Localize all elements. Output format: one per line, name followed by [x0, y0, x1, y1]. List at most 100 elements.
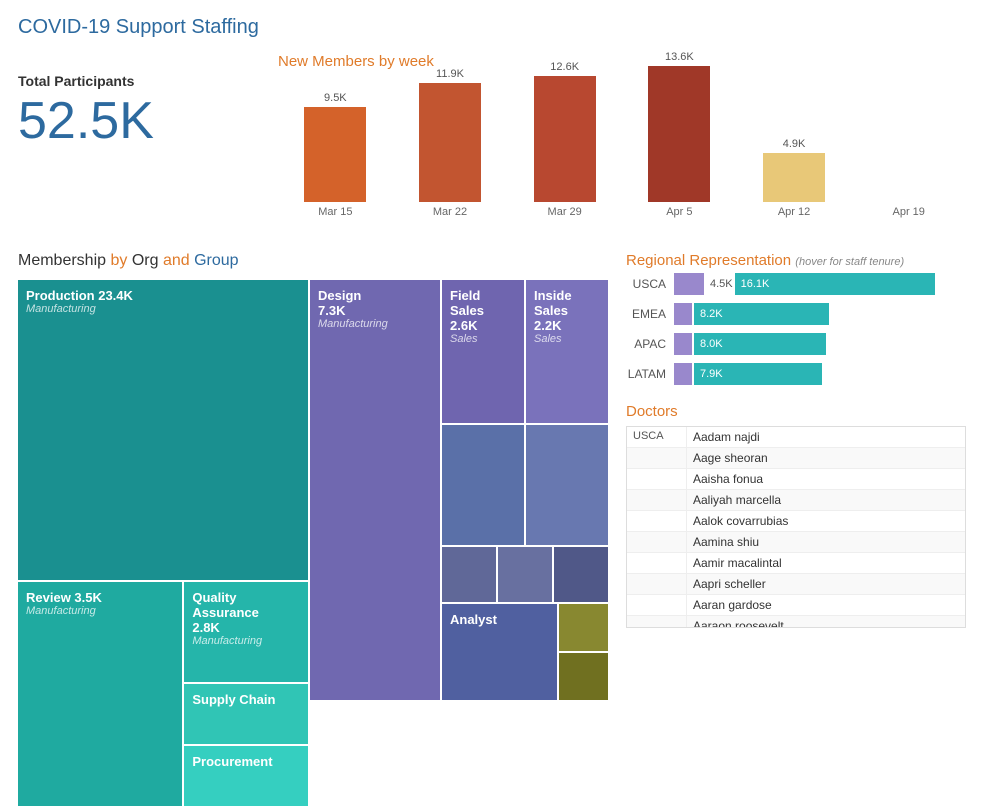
- doctor-row[interactable]: Aapri scheller: [627, 574, 965, 595]
- treemap-cell-procurement[interactable]: Procurement: [184, 746, 308, 806]
- doctor-region: USCA: [627, 427, 687, 447]
- region-name: LATAM: [626, 367, 666, 381]
- regional-hint: (hover for staff tenure): [795, 256, 904, 268]
- doctor-region: [627, 448, 687, 468]
- treemap-cell-review[interactable]: Review 3.5K Manufacturing: [18, 582, 182, 806]
- doctor-row[interactable]: Aamina shiu: [627, 532, 965, 553]
- doctor-row[interactable]: Aalok covarrubias: [627, 511, 965, 532]
- design-num: 7.3K: [318, 303, 432, 318]
- region-name: APAC: [626, 337, 666, 351]
- membership-and: and: [163, 252, 190, 269]
- page-title: COVID-19 Support Staffing: [18, 16, 966, 39]
- doctor-row[interactable]: USCAAadam najdi: [627, 427, 965, 448]
- treemap-cell-fieldsales[interactable]: FieldSales 2.6K Sales: [442, 280, 524, 423]
- bar-group-Apr-12: 4.9K Apr 12: [737, 138, 852, 218]
- region-bar-purple: [674, 303, 692, 325]
- bar-chart: 9.5KMar 1511.9KMar 2212.6KMar 2913.6KApr…: [278, 78, 966, 238]
- doctor-row[interactable]: Aaraon roosevelt: [627, 616, 965, 627]
- production-sub: Manufacturing: [26, 303, 300, 315]
- bar-rect[interactable]: [763, 153, 825, 202]
- doctor-name: Aapri scheller: [687, 574, 965, 594]
- total-participants-value: 52.5K: [18, 95, 278, 147]
- region-name: EMEA: [626, 307, 666, 321]
- doctor-region: [627, 532, 687, 552]
- doctor-region: [627, 469, 687, 489]
- total-participants-label: Total Participants: [18, 73, 278, 89]
- supply-name: Supply Chain: [192, 692, 300, 707]
- qa-sub: Manufacturing: [192, 635, 300, 647]
- treemap-small-row: [442, 547, 608, 603]
- region-teal-value: 8.0K: [700, 338, 723, 350]
- treemap-cell-sm4[interactable]: [498, 547, 552, 603]
- doctors-title: Doctors: [626, 403, 966, 420]
- bar-rect[interactable]: [648, 66, 710, 202]
- membership-title: Membership by Org and Group: [18, 252, 608, 270]
- treemap-bottom-row: Review 3.5K Manufacturing QualityAssuran…: [18, 582, 308, 806]
- bar-value-label: 12.6K: [550, 61, 579, 73]
- treemap-cell-analyst[interactable]: Analyst: [442, 604, 557, 700]
- treemap-cell-design[interactable]: Design 7.3K Manufacturing: [310, 280, 440, 700]
- region-teal-value: 7.9K: [700, 368, 723, 380]
- doctors-table: USCAAadam najdiAage sheoranAaisha fonuaA…: [626, 426, 966, 628]
- region-row-apac: APAC 8.0K: [626, 333, 966, 355]
- membership-by: by: [110, 252, 127, 269]
- doctor-name: Aamir macalintal: [687, 553, 965, 573]
- bar-rect[interactable]: [534, 76, 596, 202]
- bar-group-Apr-5: 13.6KApr 5: [622, 51, 737, 218]
- region-bar-purple: [674, 333, 692, 355]
- design-name: Design: [318, 288, 432, 303]
- treemap-cell-olive1[interactable]: [559, 604, 608, 651]
- region-name: USCA: [626, 277, 666, 291]
- treemap-cell-olive2[interactable]: [559, 653, 608, 700]
- doctor-row[interactable]: Aaliyah marcella: [627, 490, 965, 511]
- doctor-row[interactable]: Aaisha fonua: [627, 469, 965, 490]
- doctor-name: Aalok covarrubias: [687, 511, 965, 531]
- regional-title: Regional Representation (hover for staff…: [626, 252, 966, 269]
- doctor-row[interactable]: Aamir macalintal: [627, 553, 965, 574]
- treemap-cell-qa[interactable]: QualityAssurance2.8K Manufacturing: [184, 582, 308, 682]
- inside-num: 2.2K: [534, 318, 600, 333]
- treemap-cell-sm5[interactable]: [554, 547, 608, 603]
- bar-bottom-label: Mar 15: [318, 206, 352, 218]
- bar-rect[interactable]: [304, 107, 366, 202]
- region-row-latam: LATAM 7.9K: [626, 363, 966, 385]
- doctor-name: Aage sheoran: [687, 448, 965, 468]
- proc-name: Procurement: [192, 754, 300, 769]
- treemap-cell-insidesales[interactable]: InsideSales 2.2K Sales: [526, 280, 608, 423]
- membership-org: Org: [127, 252, 163, 269]
- doctor-name: Aaliyah marcella: [687, 490, 965, 510]
- bar-bottom-label: Apr 12: [778, 206, 810, 218]
- bar-rect[interactable]: [419, 83, 481, 202]
- doctor-region: [627, 616, 687, 627]
- treemap-cell-sm2[interactable]: [526, 425, 608, 544]
- bar-value-label: 4.9K: [783, 138, 806, 150]
- treemap-col-left: Production 23.4K Manufacturing Review 3.…: [18, 280, 308, 700]
- doctor-region: [627, 553, 687, 573]
- region-row-emea: EMEA 8.2K: [626, 303, 966, 325]
- treemap-cell-supply[interactable]: Supply Chain: [184, 684, 308, 744]
- treemap-cell-sm1[interactable]: [442, 425, 524, 544]
- region-bar-purple: [674, 273, 704, 295]
- doctor-region: [627, 511, 687, 531]
- region-bar-teal: 7.9K: [694, 363, 822, 385]
- production-name: Production 23.4K: [26, 288, 300, 303]
- bar-value-label: 13.6K: [665, 51, 694, 63]
- doctor-row[interactable]: Aaran gardose: [627, 595, 965, 616]
- doctor-row[interactable]: Aage sheoran: [627, 448, 965, 469]
- bar-bottom-label: Apr 19: [892, 206, 924, 218]
- review-sub: Manufacturing: [26, 605, 174, 617]
- treemap-cell-sm3[interactable]: [442, 547, 496, 603]
- inside-name: InsideSales: [534, 288, 600, 318]
- doctors-table-body[interactable]: USCAAadam najdiAage sheoranAaisha fonuaA…: [627, 427, 965, 627]
- doctor-name: Aamina shiu: [687, 532, 965, 552]
- total-participants-panel: Total Participants 52.5K: [18, 53, 278, 238]
- treemap-sales-row: FieldSales 2.6K Sales InsideSales 2.2K S…: [442, 280, 608, 423]
- region-bar-teal: 16.1K: [735, 273, 935, 295]
- doctor-name: Aaraon roosevelt: [687, 616, 965, 627]
- region-bar-container: 8.2K: [674, 303, 966, 325]
- membership-panel: Membership by Org and Group Production 2…: [18, 252, 608, 700]
- doctor-name: Aaran gardose: [687, 595, 965, 615]
- field-name: FieldSales: [450, 288, 516, 318]
- design-sub: Manufacturing: [318, 318, 432, 330]
- treemap-cell-production[interactable]: Production 23.4K Manufacturing: [18, 280, 308, 580]
